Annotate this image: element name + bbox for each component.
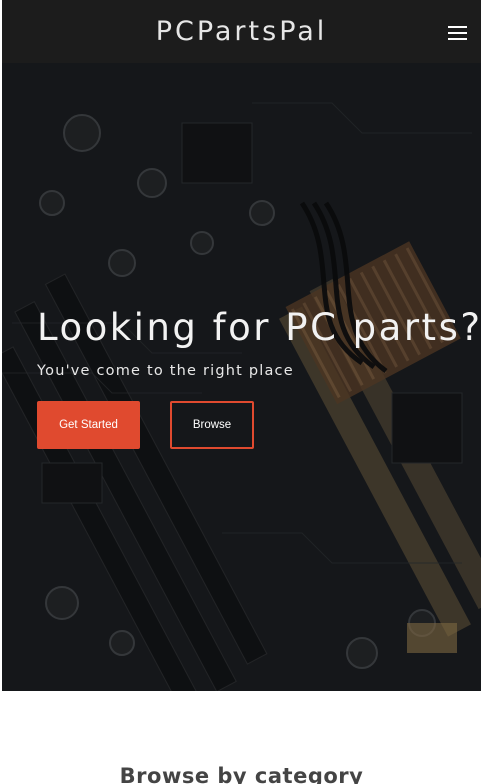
page: PCPartsPal Looking for PC parts? You've … [0, 0, 481, 784]
section-title: Browse by category [119, 764, 364, 784]
hamburger-bar [448, 32, 467, 34]
hero-headline: Looking for PC parts? [37, 306, 481, 349]
get-started-button[interactable]: Get Started [37, 401, 140, 449]
hamburger-bar [448, 26, 467, 28]
hamburger-bar [448, 38, 467, 40]
navbar: PCPartsPal [2, 0, 481, 63]
brand-logo[interactable]: PCPartsPal [156, 16, 328, 47]
browse-button[interactable]: Browse [170, 401, 254, 449]
hero-section: Looking for PC parts? You've come to the… [2, 63, 481, 691]
hero-subheadline: You've come to the right place [37, 363, 294, 379]
hamburger-menu-icon[interactable] [448, 26, 467, 40]
